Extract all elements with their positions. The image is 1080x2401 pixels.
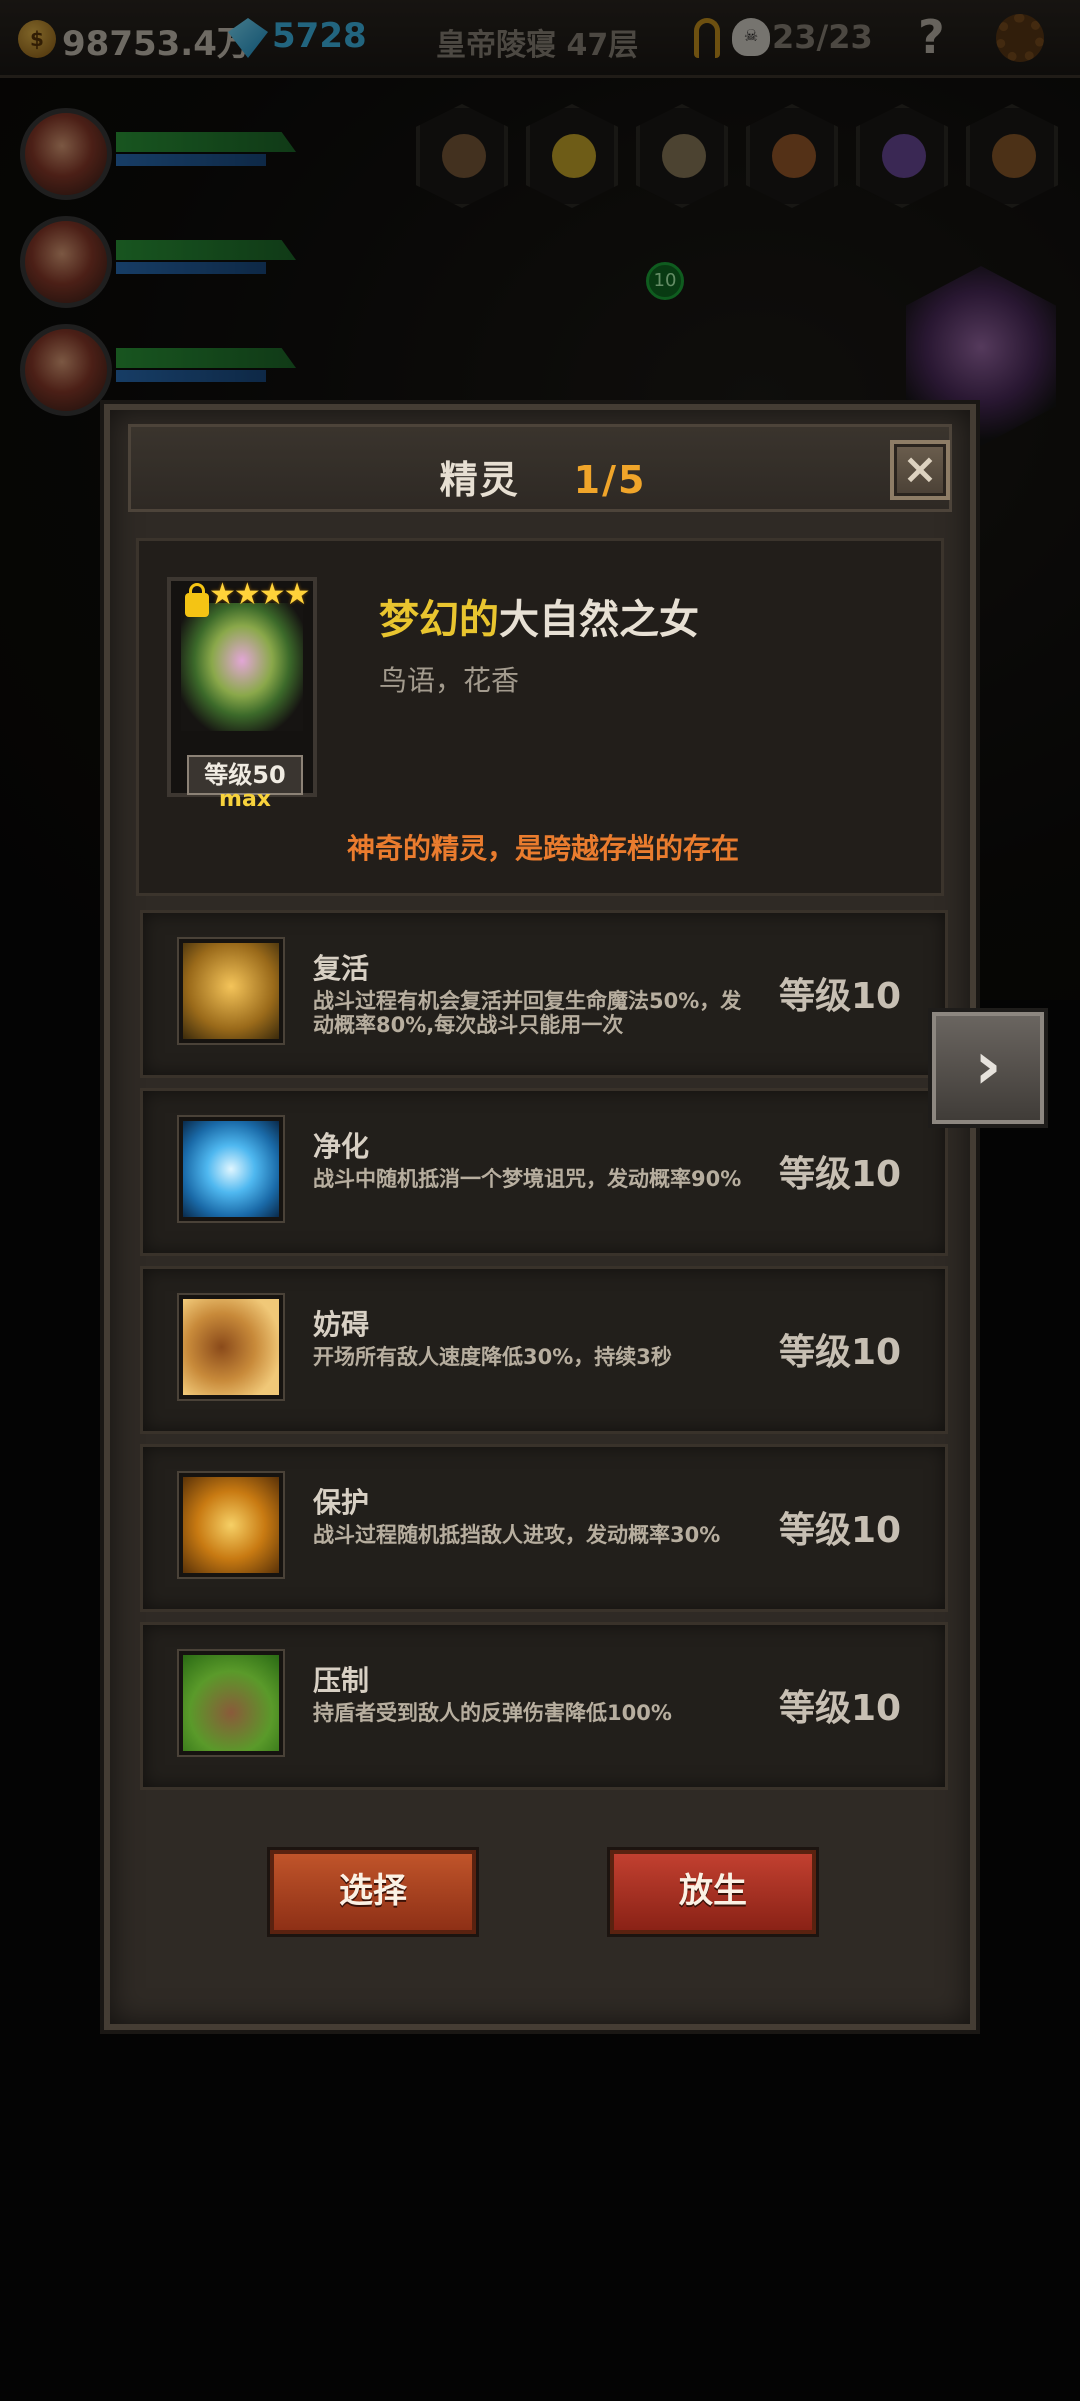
next-arrow-button[interactable]: › bbox=[932, 1012, 1044, 1124]
fairy-info-panel: ★★★★ 等级50 max 梦幻的大自然之女 鸟语，花香 神奇的精灵，是跨越存档… bbox=[136, 538, 944, 896]
skill-description: 战斗过程随机抵挡敌人进攻，发动概率30% bbox=[313, 1523, 721, 1547]
protect-icon bbox=[179, 1473, 283, 1577]
hinder-icon bbox=[179, 1295, 283, 1399]
skill-description: 开场所有敌人速度降低30%，持续3秒 bbox=[313, 1345, 672, 1369]
skill-row[interactable]: 净化 战斗中随机抵消一个梦境诅咒，发动概率90% 等级10 bbox=[140, 1088, 948, 1256]
fairy-portrait-image bbox=[181, 603, 303, 731]
revive-icon bbox=[179, 939, 283, 1043]
skill-level: 等级10 bbox=[779, 1332, 902, 1373]
suppress-icon bbox=[179, 1651, 283, 1755]
dialog-header: 精灵 1/5 bbox=[128, 424, 952, 512]
close-button[interactable]: × bbox=[890, 440, 950, 500]
skill-name: 净化 bbox=[313, 1130, 370, 1163]
fairy-card[interactable]: ★★★★ 等级50 max bbox=[167, 577, 317, 812]
skill-name: 保护 bbox=[313, 1486, 370, 1519]
dialog-title-text: 精灵 bbox=[439, 458, 520, 502]
skill-description: 战斗中随机抵消一个梦境诅咒，发动概率90% bbox=[313, 1167, 742, 1191]
fairy-name-main: 大自然之女 bbox=[499, 597, 699, 643]
skill-row[interactable]: 妨碍 开场所有敌人速度降低30%，持续3秒 等级10 bbox=[140, 1266, 948, 1434]
skill-row[interactable]: 保护 战斗过程随机抵挡敌人进攻，发动概率30% 等级10 bbox=[140, 1444, 948, 1612]
skill-name: 复活 bbox=[313, 952, 370, 985]
skill-level: 等级10 bbox=[779, 1688, 902, 1729]
fairy-dialog: 精灵 1/5 × ★★★★ 等级50 max 梦幻的大自然之女 鸟语，花香 神奇的… bbox=[104, 404, 976, 2030]
select-button[interactable]: 选择 bbox=[270, 1850, 476, 1934]
skill-level: 等级10 bbox=[779, 1510, 902, 1551]
skill-name: 压制 bbox=[313, 1664, 370, 1697]
screen: $ 98753.4万 5728 皇帝陵寝 47层 ☠ 23/23 ? 10 精灵… bbox=[0, 0, 1080, 2401]
dialog-title: 精灵 1/5 bbox=[131, 449, 955, 504]
release-button[interactable]: 放生 bbox=[610, 1850, 816, 1934]
skill-level: 等级10 bbox=[779, 1154, 902, 1195]
skill-name: 妨碍 bbox=[313, 1308, 370, 1341]
skill-description: 持盾者受到敌人的反弹伤害降低100% bbox=[313, 1701, 672, 1725]
purify-icon bbox=[179, 1117, 283, 1221]
skill-row[interactable]: 复活 战斗过程有机会复活并回复生命魔法50%，发动概率80%,每次战斗只能用一次… bbox=[140, 910, 948, 1078]
fairy-name: 梦幻的大自然之女 bbox=[379, 587, 699, 645]
chevron-right-icon: › bbox=[974, 1027, 1002, 1104]
lock-icon[interactable] bbox=[185, 583, 209, 617]
skill-level: 等级10 bbox=[779, 976, 902, 1017]
star-rating: ★★★★ bbox=[209, 577, 311, 612]
skill-description: 战斗过程有机会复活并回复生命魔法50%，发动概率80%,每次战斗只能用一次 bbox=[313, 989, 742, 1037]
fairy-subtitle: 鸟语，花香 bbox=[379, 664, 520, 697]
page-indicator: 1/5 bbox=[573, 458, 647, 502]
skill-row[interactable]: 压制 持盾者受到敌人的反弹伤害降低100% 等级10 bbox=[140, 1622, 948, 1790]
fairy-description: 神奇的精灵，是跨越存档的存在 bbox=[346, 832, 739, 865]
max-level-label: max bbox=[219, 787, 271, 812]
fairy-name-prefix: 梦幻的 bbox=[379, 597, 499, 643]
